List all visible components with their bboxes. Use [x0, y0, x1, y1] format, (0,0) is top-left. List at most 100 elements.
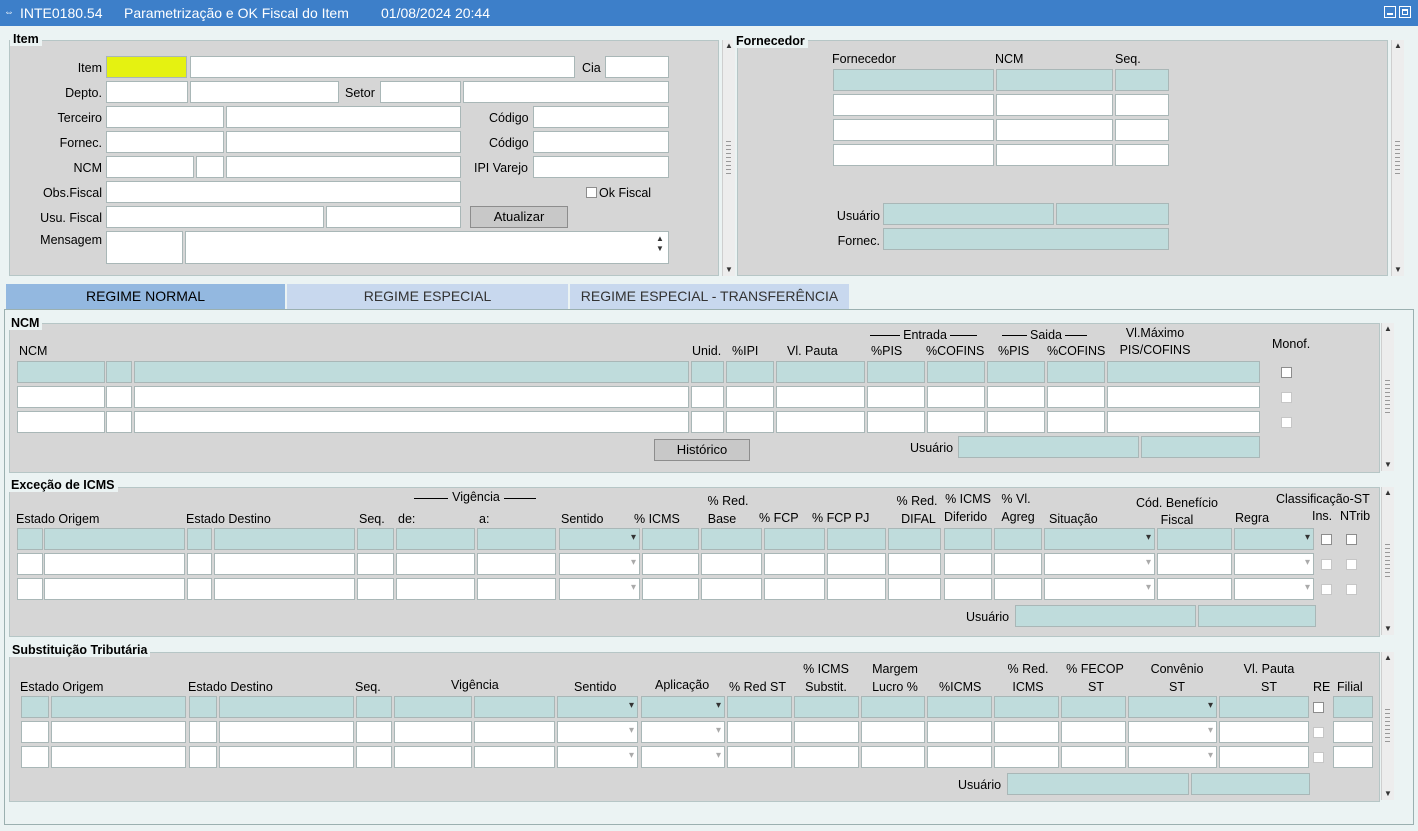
fornecedor-row3-seq[interactable] — [1115, 119, 1169, 141]
scroll-up-icon[interactable]: ▲ — [1383, 488, 1393, 498]
item-description-input[interactable] — [190, 56, 575, 78]
ncm-row3-ext[interactable] — [106, 411, 132, 433]
icms-row1-red-base[interactable] — [701, 528, 762, 550]
icms-row3-estado-destino[interactable] — [214, 578, 355, 600]
st-row1-re-checkbox[interactable] — [1313, 702, 1324, 713]
st-row2-aplicacao[interactable] — [641, 721, 725, 743]
tab-regime-especial[interactable]: REGIME ESPECIAL — [287, 284, 568, 309]
st-row3-red-st[interactable] — [727, 746, 792, 768]
mensagem-textarea[interactable] — [185, 231, 669, 264]
icms-row2-estado-origem[interactable] — [44, 553, 185, 575]
st-usuario-input[interactable] — [1007, 773, 1189, 795]
ncm-row1-ext[interactable] — [106, 361, 132, 383]
st-row1-red-st[interactable] — [727, 696, 792, 718]
st-row1-vl-pauta[interactable] — [1219, 696, 1309, 718]
icms-row1-seq[interactable] — [357, 528, 394, 550]
st-row3-convenio[interactable] — [1128, 746, 1217, 768]
st-row2-fecop[interactable] — [1061, 721, 1126, 743]
st-usuario-date-input[interactable] — [1191, 773, 1310, 795]
icms-row3-red-base[interactable] — [701, 578, 762, 600]
icms-row3-fcp-pj[interactable] — [827, 578, 886, 600]
ncm-row3-ncm[interactable] — [17, 411, 105, 433]
st-row2-vl-pauta[interactable] — [1219, 721, 1309, 743]
icms-usuario-input[interactable] — [1015, 605, 1196, 627]
ncm-row2-monof-checkbox[interactable] — [1281, 392, 1292, 403]
item-scrollbar[interactable]: ▲ ▼ — [722, 40, 735, 276]
st-row1-margem[interactable] — [861, 696, 925, 718]
icms-row3-seq[interactable] — [357, 578, 394, 600]
ncm-row3-cofins-saida[interactable] — [1047, 411, 1105, 433]
ok-fiscal-checkbox[interactable] — [586, 187, 597, 198]
st-row3-vig-de[interactable] — [394, 746, 472, 768]
st-row3-filial[interactable] — [1333, 746, 1373, 768]
tab-regime-normal[interactable]: REGIME NORMAL — [6, 284, 285, 309]
ncm-row3-unid[interactable] — [691, 411, 724, 433]
icms-row1-vig-a[interactable] — [477, 528, 556, 550]
icms-row1-fcp-pj[interactable] — [827, 528, 886, 550]
ncm-scrollbar[interactable]: ▲ ▼ — [1381, 323, 1394, 471]
ncm-row1-cofins-saida[interactable] — [1047, 361, 1105, 383]
usu-fiscal-input[interactable] — [106, 206, 324, 228]
st-row1-uf-destino[interactable] — [189, 696, 217, 718]
ncm-row1-cofins[interactable] — [927, 361, 985, 383]
ncm-row3-monof-checkbox[interactable] — [1281, 417, 1292, 428]
st-row1-convenio[interactable] — [1128, 696, 1217, 718]
st-row2-re-checkbox[interactable] — [1313, 727, 1324, 738]
ncm-row2-ipi[interactable] — [726, 386, 774, 408]
ncm-usuario-date-input[interactable] — [1141, 436, 1260, 458]
icms-row3-fcp[interactable] — [764, 578, 825, 600]
icms-row2-icms-diferido[interactable] — [944, 553, 992, 575]
icms-row2-uf-origem[interactable] — [17, 553, 43, 575]
icms-row1-ins-checkbox[interactable] — [1321, 534, 1332, 545]
ncm-row2-pis[interactable] — [867, 386, 925, 408]
icms-row3-sentido[interactable] — [559, 578, 640, 600]
icms-row1-estado-destino[interactable] — [214, 528, 355, 550]
usu-fiscal-date-input[interactable] — [326, 206, 461, 228]
icms-row2-fcp[interactable] — [764, 553, 825, 575]
ncm-row2-ncm[interactable] — [17, 386, 105, 408]
st-row3-sentido[interactable] — [557, 746, 638, 768]
ncm-row3-cofins[interactable] — [927, 411, 985, 433]
icms-row3-ins-checkbox[interactable] — [1321, 584, 1332, 595]
st-row3-re-checkbox[interactable] — [1313, 752, 1324, 763]
fornecedor-row2-ncm[interactable] — [996, 94, 1113, 116]
icms-row2-vig-de[interactable] — [396, 553, 475, 575]
icms-row3-uf-destino[interactable] — [187, 578, 212, 600]
ncm-row3-desc[interactable] — [134, 411, 689, 433]
fornecedor-row4-ncm[interactable] — [996, 144, 1113, 166]
fornec-codigo-input[interactable] — [533, 131, 669, 153]
st-row2-sentido[interactable] — [557, 721, 638, 743]
scroll-down-icon[interactable]: ▼ — [724, 265, 734, 275]
ncm-row1-unid[interactable] — [691, 361, 724, 383]
scroll-down-icon[interactable]: ▼ — [1383, 789, 1393, 799]
icms-row1-uf-origem[interactable] — [17, 528, 43, 550]
ncm-row3-pis-saida[interactable] — [987, 411, 1045, 433]
ncm-row1-vl-pauta[interactable] — [776, 361, 865, 383]
st-row1-seq[interactable] — [356, 696, 392, 718]
fornecedor-row4-seq[interactable] — [1115, 144, 1169, 166]
scroll-down-icon[interactable]: ▼ — [1383, 624, 1393, 634]
st-row3-uf-destino[interactable] — [189, 746, 217, 768]
fornecedor-row2-seq[interactable] — [1115, 94, 1169, 116]
st-row1-estado-origem[interactable] — [51, 696, 186, 718]
fornecedor-row3-fornecedor[interactable] — [833, 119, 994, 141]
st-row1-vig-a[interactable] — [474, 696, 555, 718]
st-row3-icms[interactable] — [927, 746, 992, 768]
st-row3-estado-destino[interactable] — [219, 746, 354, 768]
st-row2-filial[interactable] — [1333, 721, 1373, 743]
st-scrollbar[interactable]: ▲ ▼ — [1381, 652, 1394, 800]
ncm-code-input[interactable] — [106, 156, 194, 178]
icms-row1-vl-agreg[interactable] — [994, 528, 1042, 550]
icms-row3-vig-a[interactable] — [477, 578, 556, 600]
icms-row2-regra[interactable] — [1234, 553, 1314, 575]
st-row2-seq[interactable] — [356, 721, 392, 743]
fornec-code-input[interactable] — [106, 131, 224, 153]
ncm-row2-ext[interactable] — [106, 386, 132, 408]
fornecedor-fornec-input[interactable] — [883, 228, 1169, 250]
icms-row1-vig-de[interactable] — [396, 528, 475, 550]
item-code-input[interactable] — [106, 56, 187, 78]
terceiro-code-input[interactable] — [106, 106, 224, 128]
ncm-row2-pis-saida[interactable] — [987, 386, 1045, 408]
ncm-row1-ipi[interactable] — [726, 361, 774, 383]
scroll-up-icon[interactable]: ▲ — [1383, 324, 1393, 334]
